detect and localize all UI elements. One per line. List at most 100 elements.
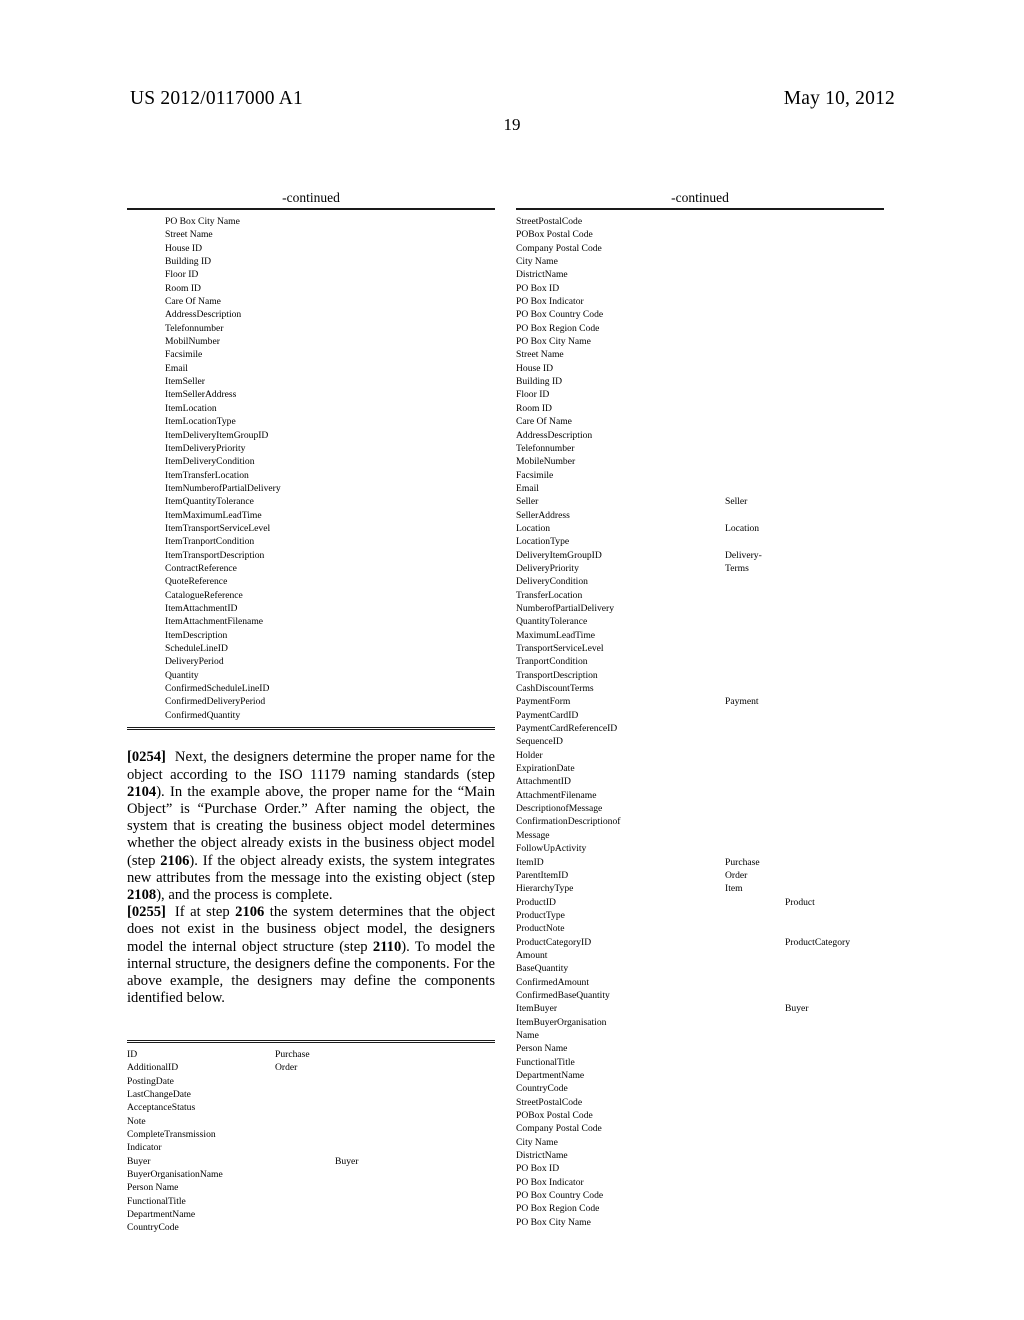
table-cell-c1: TransportDescription bbox=[516, 669, 598, 681]
table-row: DeliveryItemGroupID Delivery- bbox=[516, 549, 884, 562]
table-cell-c1: BuyerOrganisationName bbox=[127, 1168, 223, 1180]
table-cell-c2: Terms bbox=[725, 562, 749, 574]
table-cell-c3: Product bbox=[785, 896, 815, 908]
table-cell-c2: Item bbox=[725, 883, 743, 895]
table-cell-c2: Purchase bbox=[725, 856, 760, 868]
paragraph: [0255] If at step 2106 the system determi… bbox=[127, 904, 495, 1007]
table-row: ConfirmedAmount bbox=[516, 976, 884, 989]
table-cell-c1: AcceptanceStatus bbox=[127, 1102, 196, 1114]
table-row: ExpirationDate bbox=[516, 762, 884, 775]
table-row: DistrictName bbox=[516, 1149, 884, 1162]
table-row: City Name bbox=[516, 255, 884, 268]
table-row: Telefonnumber bbox=[165, 322, 495, 335]
table-cell-c1: PaymentCardReferenceID bbox=[516, 723, 618, 735]
table-cell-c3: Buyer bbox=[335, 1155, 359, 1167]
table-cell-c1: HierarchyType bbox=[516, 883, 574, 895]
table-cell-c1: PO Box City Name bbox=[165, 216, 240, 227]
table-cell-c1: DepartmentName bbox=[127, 1209, 196, 1221]
table-row: PO Box City Name bbox=[516, 1216, 884, 1229]
table-cell-c1: Amount bbox=[516, 949, 548, 961]
table-cell-c1: Building ID bbox=[165, 256, 212, 268]
table-row: ItemNumberofPartialDelivery bbox=[165, 482, 495, 495]
table-cell-c1: PO Box Indicator bbox=[516, 1176, 584, 1188]
table-row: FunctionalTitle bbox=[516, 1056, 884, 1069]
table-row: ItemTransferLocation bbox=[165, 469, 495, 482]
table-row: MobilNumber bbox=[165, 335, 495, 348]
table-cell-c1: Room ID bbox=[165, 282, 201, 294]
table-cell-c1: House ID bbox=[165, 242, 203, 254]
table-cell-c1: Seller bbox=[516, 496, 539, 508]
table-row: HierarchyType Item bbox=[516, 882, 884, 895]
table-cell-c1: Company Postal Code bbox=[516, 1123, 602, 1135]
table-row: Holder bbox=[516, 749, 884, 762]
table-cell-c1: Room ID bbox=[516, 402, 552, 414]
table-row: PO Box Region Code bbox=[516, 1202, 884, 1215]
left-continued-table: -continued PO Box City Name Street Name Ho… bbox=[127, 190, 495, 731]
table-row: TransferLocation bbox=[516, 589, 884, 602]
table-cell-c1: PO Box Indicator bbox=[516, 296, 584, 308]
table-row: SequenceID bbox=[516, 735, 884, 748]
table-row: PaymentCardReferenceID bbox=[516, 722, 884, 735]
table-cell-c1: ConfirmedAmount bbox=[516, 976, 590, 988]
table-row: ConfirmedScheduleLineID bbox=[165, 682, 495, 695]
table-row: MaximumLeadTime bbox=[516, 629, 884, 642]
table-cell-c1: DescriptionofMessage bbox=[516, 803, 603, 815]
table-cell-c1: ItemDeliveryCondition bbox=[165, 456, 255, 468]
table-row: ScheduleLineID bbox=[165, 642, 495, 655]
table-row: ItemBuyerOrganisation bbox=[516, 1016, 884, 1029]
table-cell-c1: Quantity bbox=[165, 669, 199, 681]
table-row: Room ID bbox=[165, 282, 495, 295]
right-column: -continued StreetPostalCode POBox Postal … bbox=[516, 190, 884, 1234]
table-row: TransportDescription bbox=[516, 669, 884, 682]
step-reference: 2106 bbox=[235, 904, 265, 921]
table-row: FollowUpActivity bbox=[516, 842, 884, 855]
table-row: ItemDescription bbox=[165, 629, 495, 642]
table-row: TransportServiceLevel bbox=[516, 642, 884, 655]
table-cell-c1: PaymentForm bbox=[516, 696, 571, 708]
table-row: ItemDeliveryCondition bbox=[165, 455, 495, 468]
table-row: ProductNote bbox=[516, 922, 884, 935]
table-row: Buyer Buyer bbox=[127, 1155, 495, 1168]
table-row: DeliveryPriority Terms bbox=[516, 562, 884, 575]
table-cell-c1: ConfirmedBaseQuantity bbox=[516, 989, 610, 1001]
table-cell-c1: AttachmentFilename bbox=[516, 789, 597, 801]
table-cell-c2: Purchase bbox=[275, 1048, 310, 1060]
table-cell-c1: PO Box City Name bbox=[516, 1216, 591, 1228]
table-cell-c1: Floor ID bbox=[165, 269, 199, 281]
table-cell-c1: Email bbox=[516, 482, 539, 494]
table-row: ConfirmedQuantity bbox=[165, 709, 495, 722]
table-row: Street Name bbox=[165, 228, 495, 241]
table-row: Quantity bbox=[165, 669, 495, 682]
table-cell-c1: Care Of Name bbox=[165, 296, 221, 308]
table-cell-c1: DepartmentName bbox=[516, 1070, 585, 1081]
table-cell-c3: ProductCategory bbox=[785, 936, 851, 948]
table-row: ItemDeliveryItemGroupID bbox=[165, 429, 495, 442]
table-cell-c2: Payment bbox=[725, 696, 759, 708]
table-cell-c1: ItemID bbox=[516, 856, 544, 868]
paragraph-number: [0254] bbox=[127, 749, 166, 766]
table-cell-c1: Street Name bbox=[516, 349, 564, 361]
components-table-body: ID Purchase AdditionalID Order PostingDate La… bbox=[127, 1043, 495, 1240]
table-cell-c1: Street Name bbox=[165, 229, 213, 241]
table-row: PO Box City Name bbox=[165, 215, 495, 228]
table-row: Name bbox=[516, 1029, 884, 1042]
table-row: PO Box Region Code bbox=[516, 322, 884, 335]
table-cell-c1: SequenceID bbox=[516, 736, 563, 748]
table-cell-c1: ConfirmedScheduleLineID bbox=[165, 683, 270, 695]
table-cell-c1: Floor ID bbox=[516, 389, 550, 401]
table-row: ItemLocationType bbox=[165, 415, 495, 428]
table-row: AcceptanceStatus bbox=[127, 1101, 495, 1114]
table-row: ConfirmationDescriptionof bbox=[516, 815, 884, 828]
table-cell-c1: CountryCode bbox=[127, 1222, 179, 1234]
table-row: PostingDate bbox=[127, 1075, 495, 1088]
table-cell-c1: ConfirmationDescriptionof bbox=[516, 816, 621, 828]
table-cell-c1: QuoteReference bbox=[165, 576, 228, 588]
table-cell-c1: ItemAttachmentID bbox=[165, 602, 238, 614]
table-row: StreetPostalCode bbox=[516, 1096, 884, 1109]
paragraph-text: Next, the designers determine the proper… bbox=[127, 749, 495, 783]
table-row: Room ID bbox=[516, 402, 884, 415]
table-cell-c1: ItemTransferLocation bbox=[165, 469, 249, 481]
table-row: Telefonnumber bbox=[516, 442, 884, 455]
paragraph-text: ), and the process is complete. bbox=[156, 887, 333, 904]
table-cell-c1: Note bbox=[127, 1115, 146, 1127]
